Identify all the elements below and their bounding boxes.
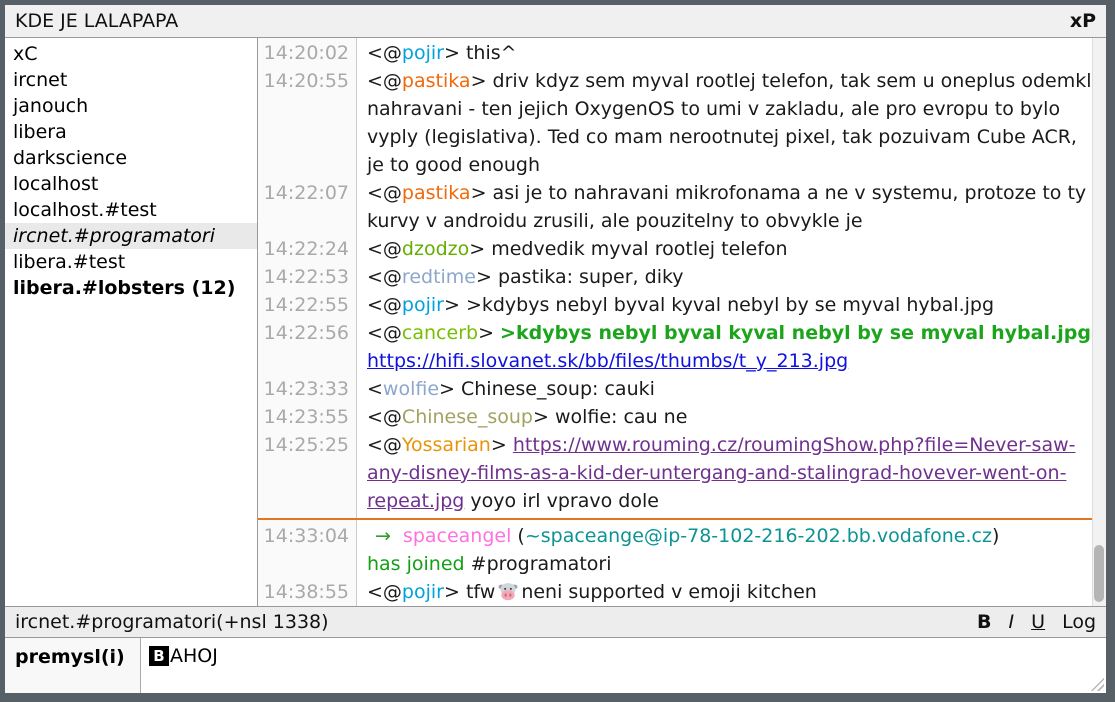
sidebar-item-ircnet-programatori[interactable]: ircnet.#programatori — [5, 223, 257, 249]
main-area: xC ircnet janouch libera darkscience loc… — [5, 38, 1106, 606]
timestamp: 14:22:56 — [258, 319, 357, 347]
underline-button[interactable]: U — [1031, 611, 1045, 633]
nick-pojir: pojir — [402, 42, 444, 64]
chat-message: 14:23:55 <@Chinese_soup> wolfie: cau ne — [258, 403, 1092, 431]
timestamp: 14:20:02 — [258, 39, 357, 67]
user-hostmask: ~spaceange@ip-78-102-216-202.bb.vodafone… — [525, 525, 992, 547]
join-arrow-icon: → — [367, 525, 403, 547]
chat-message: 14:38:55 <@pojir> tfwneni supported v em… — [258, 578, 1092, 606]
nick-redtime: redtime — [402, 266, 476, 288]
channel-mode-info: ircnet.#programatori(+nsl 1338) — [15, 611, 329, 633]
sidebar-item-darkscience[interactable]: darkscience — [5, 145, 257, 171]
sidebar-item-libera-lobsters[interactable]: libera.#lobsters (12) — [5, 275, 257, 301]
chat-message: 14:22:24 <@dzodzo> medvedik myval rootle… — [258, 235, 1092, 263]
nick-chinese-soup: Chinese_soup — [402, 406, 533, 428]
timestamp: 14:33:04 — [258, 522, 357, 550]
nick-spaceangel: spaceangel — [403, 525, 511, 547]
sidebar-item-localhost-test[interactable]: localhost.#test — [5, 197, 257, 223]
timestamp: 14:23:55 — [258, 403, 357, 431]
channel-sidebar: xC ircnet janouch libera darkscience loc… — [5, 38, 258, 606]
nick-pastika: pastika — [402, 182, 471, 204]
timestamp: 14:20:55 — [258, 67, 357, 95]
chat-area: vadi, tak at mi nevola 14:19:10 <@redtim… — [258, 38, 1106, 606]
timestamp: 14:25:25 — [258, 431, 357, 459]
timestamp: 14:22:07 — [258, 179, 357, 207]
sidebar-item-localhost[interactable]: localhost — [5, 171, 257, 197]
input-text: AHOJ — [170, 645, 218, 667]
nick-wolfie: wolfie — [383, 378, 439, 400]
quoted-bold-text: >kdybys nebyl byval kyval nebyl by se my… — [500, 322, 1091, 344]
message-input[interactable]: BAHOJ — [141, 638, 1106, 693]
status-bar: ircnet.#programatori(+nsl 1338) B I U Lo… — [5, 606, 1106, 638]
format-buttons: B I U Log — [977, 611, 1096, 633]
title-bar: KDE JE LALAPAPA xP — [5, 5, 1106, 38]
nick-pastika: pastika — [402, 70, 471, 92]
scrollbar-thumb[interactable] — [1094, 545, 1104, 602]
nick-dzodzo: dzodzo — [402, 238, 469, 260]
message-text: this^ — [466, 42, 517, 64]
window-title: KDE JE LALAPAPA — [15, 10, 178, 32]
chat-message: 14:20:55 <@pastika> driv kdyz sem myval … — [258, 67, 1092, 179]
unread-marker-divider — [258, 518, 1092, 520]
own-nick-label: premysl(i) — [5, 638, 141, 693]
nick-pojir: pojir — [402, 294, 444, 316]
nick-pojir: pojir — [402, 581, 444, 603]
cow-face-emoji — [498, 581, 518, 601]
chat-message: 14:25:25 <@Yossarian> https://www.roumin… — [258, 431, 1092, 515]
message-text: wolfie: cau ne — [555, 406, 687, 428]
timestamp: 14:22:24 — [258, 235, 357, 263]
message-text: yoyo irl vpravo dole — [464, 490, 659, 512]
nick-cancerb: cancerb — [402, 322, 478, 344]
chat-message: 14:22:53 <@redtime> pastika: super, diky — [258, 263, 1092, 291]
sidebar-item-libera[interactable]: libera — [5, 119, 257, 145]
bold-control-char-badge: B — [149, 646, 169, 666]
italic-button[interactable]: I — [1009, 611, 1015, 633]
join-message: 14:33:04 →spaceangel (~spaceange@ip-78-1… — [258, 522, 1092, 578]
sidebar-item-xc[interactable]: xC — [5, 41, 257, 67]
chat-message: 14:22:56 <@cancerb> >kdybys nebyl byval … — [258, 319, 1092, 375]
chat-scrollbar[interactable] — [1092, 38, 1106, 606]
timestamp: 14:23:33 — [258, 375, 357, 403]
message-text: >kdybys nebyl byval kyval nebyl by se my… — [466, 294, 994, 316]
sidebar-item-janouch[interactable]: janouch — [5, 93, 257, 119]
message-text: neni supported v emoji kitchen — [521, 581, 816, 603]
join-action-text: has joined — [367, 553, 465, 575]
timestamp: 14:22:53 — [258, 263, 357, 291]
timestamp: 14:22:55 — [258, 291, 357, 319]
timestamp: 14:38:55 — [258, 578, 357, 606]
message-list: vadi, tak at mi nevola 14:19:10 <@redtim… — [258, 38, 1092, 606]
chat-message: 14:22:07 <@pastika> asi je to nahravani … — [258, 179, 1092, 235]
message-text: Chinese_soup: cauki — [461, 378, 655, 400]
log-button[interactable]: Log — [1062, 611, 1096, 633]
chat-message: 14:22:55 <@pojir> >kdybys nebyl byval ky… — [258, 291, 1092, 319]
sidebar-item-libera-test[interactable]: libera.#test — [5, 249, 257, 275]
sidebar-item-ircnet[interactable]: ircnet — [5, 67, 257, 93]
message-text: pastika: super, diky — [498, 266, 684, 288]
join-channel: #programatori — [465, 553, 612, 575]
irc-client-window: KDE JE LALAPAPA xP xC ircnet janouch lib… — [0, 0, 1115, 702]
close-button[interactable]: xP — [1070, 10, 1096, 32]
nick-yossarian: Yossarian — [402, 434, 491, 456]
message-link[interactable]: https://hifi.slovanet.sk/bb/files/thumbs… — [367, 350, 848, 372]
bold-button[interactable]: B — [977, 611, 991, 633]
chat-message: 14:23:33 <wolfie> Chinese_soup: cauki — [258, 375, 1092, 403]
chat-message: 14:20:02 <@pojir> this^ — [258, 39, 1092, 67]
input-row: premysl(i) BAHOJ — [5, 638, 1106, 693]
message-text: medvedik myval rootlej telefon — [491, 238, 787, 260]
message-text: tfw — [466, 581, 495, 603]
